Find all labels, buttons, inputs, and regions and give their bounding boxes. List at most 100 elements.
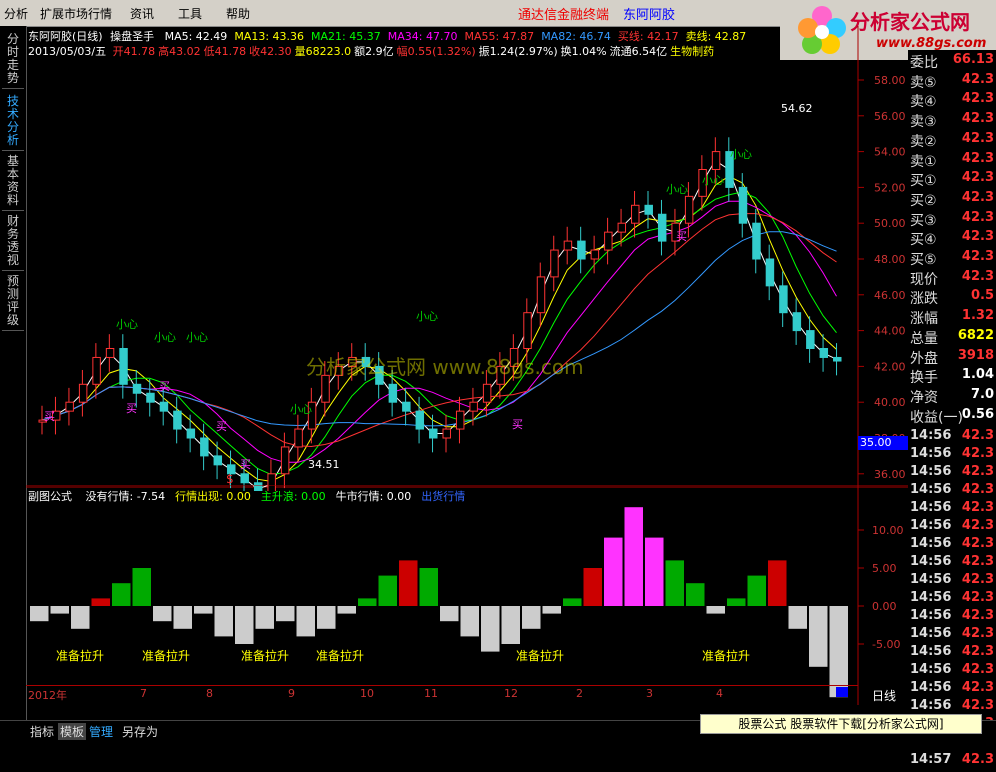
- buy-signal-label: 买: [676, 230, 687, 243]
- x-tick-label: 3: [646, 687, 653, 700]
- tick-time: 14:56: [910, 536, 952, 551]
- quote-label: 委比: [910, 55, 938, 71]
- quote-panel: 委比 66.13 卖⑤ 42.3 卖④ 42.3 卖③ 42.3 卖② 42.3 卖① 42.3 买① 4…: [908, 50, 996, 767]
- tick-time: 14:56: [910, 482, 952, 497]
- tick-price: 42.3: [961, 518, 994, 533]
- menu-help[interactable]: 帮助: [226, 5, 250, 22]
- quote-label: 卖②: [910, 133, 937, 150]
- buy-signal-label: 买: [159, 380, 170, 393]
- buy-signal-label: 买: [126, 402, 137, 415]
- quote-value: 42.3: [961, 268, 994, 284]
- tick-price: 42.3: [961, 464, 994, 479]
- menu-extended-market[interactable]: 扩展市场行情: [40, 5, 112, 22]
- sub-chart[interactable]: 副图公式 没有行情: -7.54 行情出现: 0.00 主升浪: 0.00 牛市行情:…: [26, 485, 908, 705]
- quote-row: 净资 7.0: [908, 387, 996, 407]
- tick-row: 14:56 42.3: [908, 536, 996, 556]
- quote-value: 42.3: [961, 170, 994, 186]
- quote-label: 卖③: [910, 114, 937, 131]
- quote-row: 卖② 42.3: [908, 131, 996, 151]
- tick-price: 42.3: [961, 608, 994, 623]
- tick-price: 42.3: [961, 752, 994, 767]
- tick-price: 42.3: [961, 680, 994, 695]
- quote-value: 42.3: [961, 189, 994, 205]
- x-axis: 2012年 7 8 9 10 11 12 2 3 4: [26, 685, 858, 702]
- tick-price: 42.3: [961, 572, 994, 587]
- tab-template[interactable]: 模板: [58, 723, 87, 740]
- tick-time: 14:56: [910, 608, 952, 623]
- quote-row: 涨幅 1.32: [908, 308, 996, 328]
- x-tick-label: 10: [360, 687, 374, 700]
- prep-rise-label: 准备拉升: [56, 649, 105, 663]
- tab-financials[interactable]: 财务透视: [2, 212, 24, 271]
- quote-label: 涨幅: [910, 311, 938, 328]
- quote-label: 总量: [910, 330, 938, 347]
- caution-label: 小心: [730, 148, 752, 161]
- tab-forecast[interactable]: 预测评级: [2, 272, 24, 331]
- tick-price: 42.3: [961, 644, 994, 659]
- quote-label: 现价: [910, 271, 938, 288]
- prep-rise-label: 准备拉升: [516, 649, 565, 663]
- menu-news[interactable]: 资讯: [130, 5, 154, 22]
- quote-value: 3918: [957, 347, 994, 363]
- menu-analysis[interactable]: 分析: [4, 5, 28, 22]
- tick-price: 42.3: [961, 446, 994, 461]
- menu-tools[interactable]: 工具: [178, 5, 202, 22]
- quote-value: 6822: [957, 327, 994, 343]
- tab-save-as[interactable]: 另存为: [122, 723, 158, 740]
- caution-label: 小心: [186, 331, 208, 344]
- caution-label: 小心: [416, 310, 438, 323]
- tab-fundamentals[interactable]: 基本资料: [2, 152, 24, 211]
- tab-technical[interactable]: 技术分析: [2, 92, 24, 151]
- quote-value: 42.3: [961, 130, 994, 146]
- tick-row: 14:56 42.3: [908, 680, 996, 700]
- x-tick-label: 8: [206, 687, 213, 700]
- quote-label: 卖④: [910, 94, 937, 111]
- quote-label: 买②: [910, 192, 937, 209]
- quote-label: 涨跌: [910, 291, 938, 308]
- prep-rise-label: 准备拉升: [142, 649, 191, 663]
- buy-signal-label: 买: [216, 420, 227, 433]
- tick-row: 14:56 42.3: [908, 518, 996, 538]
- quote-row: 涨跌 0.5: [908, 288, 996, 308]
- quote-value: 0.5: [970, 288, 994, 304]
- quote-value: 0.56: [961, 406, 994, 422]
- quote-label: 卖①: [910, 153, 937, 170]
- tab-indicator[interactable]: 指标: [30, 723, 54, 740]
- tick-row: 14:56 42.3: [908, 590, 996, 610]
- tick-time: 14:56: [910, 518, 952, 533]
- main-chart[interactable]: 东阿阿胶(日线) 操盘圣手 MA5: 42.49 MA13: 43.36 MA21:…: [26, 26, 910, 491]
- tick-price: 42.3: [961, 698, 994, 713]
- quote-value: 42.3: [961, 91, 994, 107]
- quote-row: 换手 1.04: [908, 367, 996, 387]
- tick-time: 14:56: [910, 500, 952, 515]
- quote-label: 换手: [910, 370, 938, 387]
- tick-row: 14:56 42.3: [908, 572, 996, 592]
- x-tick-label: 2012年: [28, 689, 67, 702]
- x-tick-label: 4: [716, 687, 723, 700]
- quote-row: 卖④ 42.3: [908, 91, 996, 111]
- period-label[interactable]: 日线: [872, 687, 896, 704]
- quote-row: 买④ 42.3: [908, 229, 996, 249]
- quote-row: 外盘 3918: [908, 348, 996, 368]
- tick-price: 42.3: [961, 536, 994, 551]
- prep-rise-label: 准备拉升: [241, 649, 290, 663]
- quote-row: 卖⑤ 42.3: [908, 72, 996, 92]
- quote-row: 买① 42.3: [908, 170, 996, 190]
- tab-manage[interactable]: 管理: [89, 723, 113, 740]
- caution-label: 小心: [154, 331, 176, 344]
- scroll-marker[interactable]: [836, 687, 848, 697]
- quote-label: 外盘: [910, 350, 938, 367]
- tick-price: 42.3: [961, 662, 994, 677]
- quote-row: 卖③ 42.3: [908, 111, 996, 131]
- ad-banner[interactable]: 股票公式 股票软件下载[分析家公式网] www.88gs.com: [700, 714, 982, 749]
- quote-value: 1.32: [961, 308, 994, 324]
- tab-intraday[interactable]: 分时走势: [2, 30, 24, 89]
- tick-time: 14:56: [910, 644, 952, 659]
- x-tick-label: 7: [140, 687, 147, 700]
- quote-value: 42.3: [961, 111, 994, 127]
- tick-time: 14:56: [910, 428, 952, 443]
- prep-rise-label: 准备拉升: [702, 649, 751, 663]
- quote-value: 42.3: [961, 209, 994, 225]
- left-tabs: 分时走势 技术分析 基本资料 财务透视 预测评级: [0, 26, 27, 726]
- quote-row: 委比 66.13: [908, 52, 996, 72]
